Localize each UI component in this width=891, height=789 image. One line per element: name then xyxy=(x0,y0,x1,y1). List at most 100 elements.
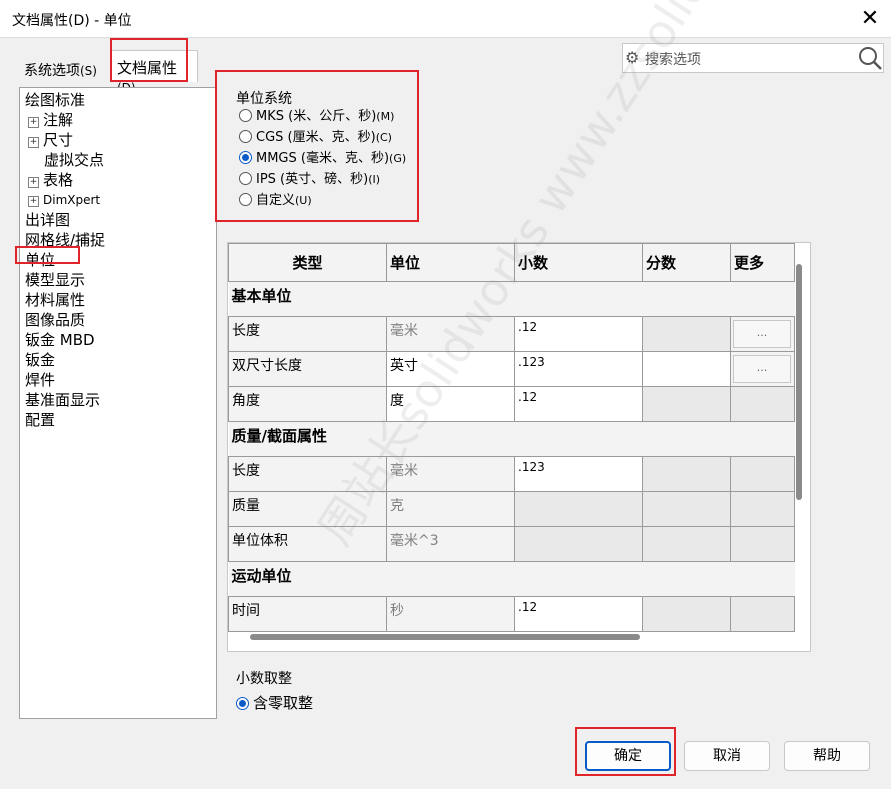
expand-icon[interactable]: + xyxy=(28,117,39,128)
tree-item-label: 焊件 xyxy=(25,371,56,389)
radio-round-half-away[interactable]: 含零取整 xyxy=(236,693,313,713)
column-header-type: 类型 xyxy=(228,243,387,282)
tree-item-label: 基准面显示 xyxy=(25,391,101,409)
cell-fraction xyxy=(642,456,731,492)
table-header-row: 类型 单位 小数 分数 更多 xyxy=(228,243,795,282)
table-row: 质量 克 xyxy=(228,491,795,527)
cell-fraction[interactable] xyxy=(642,351,731,387)
help-button[interactable]: 帮助 xyxy=(784,741,870,771)
gear-icon[interactable]: ⚙ xyxy=(625,48,639,67)
cell-fraction xyxy=(642,386,731,422)
decimal-rounding-label: 小数取整 xyxy=(236,671,292,687)
cancel-button[interactable]: 取消 xyxy=(684,741,770,771)
cell-unit[interactable]: 毫米 xyxy=(386,456,515,492)
cell-unit[interactable]: 毫米 xyxy=(386,316,515,352)
cell-type: 双尺寸长度 xyxy=(228,351,387,387)
search-input[interactable]: 搜索选项 xyxy=(645,49,701,69)
tree-item-sheet-metal-mbd[interactable]: 钣金 MBD xyxy=(25,330,95,350)
column-header-unit: 单位 xyxy=(386,243,515,282)
more-button[interactable]: ... xyxy=(733,355,791,383)
highlight-box-tab xyxy=(110,38,188,82)
tree-item-label: 钣金 xyxy=(25,351,56,369)
cell-fraction xyxy=(642,491,731,527)
search-box[interactable]: ⚙ 搜索选项 xyxy=(622,43,884,73)
tree-item-material-properties[interactable]: 材料属性 xyxy=(25,290,85,310)
cell-type: 角度 xyxy=(228,386,387,422)
table-row: 双尺寸长度 英寸 .123 ... xyxy=(228,351,795,387)
cell-fraction xyxy=(642,316,731,352)
tree-item-label: 钣金 MBD xyxy=(25,331,95,349)
cell-decimal[interactable]: .12 xyxy=(514,386,643,422)
tree-item-drafting-standard[interactable]: 绘图标准 xyxy=(25,90,85,110)
tree-item-dimxpert[interactable]: + DimXpert xyxy=(28,190,100,210)
cell-unit[interactable]: 秒 xyxy=(386,596,515,632)
unit-table-panel: 类型 单位 小数 分数 更多 基本单位 长度 毫米 .12 ... 双尺寸长度 … xyxy=(227,242,811,652)
radio-label: 含零取整 xyxy=(253,694,314,712)
highlight-box-unit-system xyxy=(215,70,419,222)
expand-icon[interactable]: + xyxy=(28,196,39,207)
tree-item-label: 绘图标准 xyxy=(25,91,86,109)
cell-decimal[interactable]: .12 xyxy=(514,316,643,352)
tree-item-virtual-sharps[interactable]: 虚拟交点 xyxy=(44,150,104,170)
tree-item-sheet-metal[interactable]: 钣金 xyxy=(25,350,55,370)
tree-item-annotations[interactable]: + 注解 xyxy=(28,110,73,130)
tree-item-label: 尺寸 xyxy=(43,131,74,149)
cell-more xyxy=(730,456,795,492)
expand-icon[interactable]: + xyxy=(28,137,39,148)
tree-item-weldments[interactable]: 焊件 xyxy=(25,370,55,390)
cell-decimal[interactable]: .12 xyxy=(514,596,643,632)
tree-item-configurations[interactable]: 配置 xyxy=(25,410,55,430)
tree-item-label: 出详图 xyxy=(25,211,71,229)
column-header-decimal: 小数 xyxy=(514,243,643,282)
cell-decimal[interactable]: .123 xyxy=(514,456,643,492)
tree-item-image-quality[interactable]: 图像品质 xyxy=(25,310,85,330)
table-row: 时间 秒 .12 xyxy=(228,596,795,632)
cell-more xyxy=(730,386,795,422)
tree-item-label: 虚拟交点 xyxy=(44,151,105,169)
horizontal-scrollbar[interactable] xyxy=(250,634,640,640)
expand-icon[interactable]: + xyxy=(28,177,39,188)
tree-item-plane-display[interactable]: 基准面显示 xyxy=(25,390,100,410)
cell-more: ... xyxy=(730,351,795,387)
cell-unit[interactable]: 度 xyxy=(386,386,515,422)
cell-more xyxy=(730,491,795,527)
radio-button[interactable] xyxy=(236,697,249,710)
cell-decimal[interactable]: .123 xyxy=(514,351,643,387)
tree-item-tables[interactable]: + 表格 xyxy=(28,170,73,190)
table-row: 长度 毫米 .123 xyxy=(228,456,795,492)
table-row: 长度 毫米 .12 ... xyxy=(228,316,795,352)
cell-type: 长度 xyxy=(228,316,387,352)
tree-item-label: 配置 xyxy=(25,411,56,429)
cell-type: 质量 xyxy=(228,491,387,527)
search-icon[interactable] xyxy=(857,44,883,72)
more-button[interactable]: ... xyxy=(733,320,791,348)
cell-more xyxy=(730,596,795,632)
cell-unit[interactable]: 克 xyxy=(386,491,515,527)
tree-item-detailing[interactable]: 出详图 xyxy=(25,210,70,230)
table-section-row: 质量/截面属性 xyxy=(228,421,795,457)
table-row: 单位体积 毫米^3 xyxy=(228,526,795,562)
close-button[interactable]: ✕ xyxy=(856,6,884,32)
options-tree: 绘图标准 + 注解 + 尺寸 虚拟交点 + 表格 + DimXpert 出详图 网格线/… xyxy=(19,87,217,719)
tab-hotkey: (S) xyxy=(80,64,97,78)
section-mass-properties: 质量/截面属性 xyxy=(228,421,795,457)
tree-item-model-display[interactable]: 模型显示 xyxy=(25,270,85,290)
cell-unit[interactable]: 英寸 xyxy=(386,351,515,387)
tree-item-label: 模型显示 xyxy=(25,271,86,289)
tree-item-label: 图像品质 xyxy=(25,311,86,329)
tree-item-label: 材料属性 xyxy=(25,291,86,309)
cell-unit[interactable]: 毫米^3 xyxy=(386,526,515,562)
vertical-scrollbar[interactable] xyxy=(796,264,802,500)
table-row: 角度 度 .12 xyxy=(228,386,795,422)
cell-decimal xyxy=(514,526,643,562)
tree-item-dimensions[interactable]: + 尺寸 xyxy=(28,130,73,150)
decimal-rounding-group: 小数取整 含零取整 xyxy=(227,671,811,719)
tree-item-label: 表格 xyxy=(43,171,74,189)
tab-system-options[interactable]: 系统选项(S) xyxy=(18,54,110,82)
cell-fraction xyxy=(642,596,731,632)
tree-item-label: DimXpert xyxy=(43,193,101,207)
tree-item-label: 注解 xyxy=(43,111,74,129)
section-basic-units: 基本单位 xyxy=(228,281,795,317)
cell-type: 长度 xyxy=(228,456,387,492)
cell-more xyxy=(730,526,795,562)
